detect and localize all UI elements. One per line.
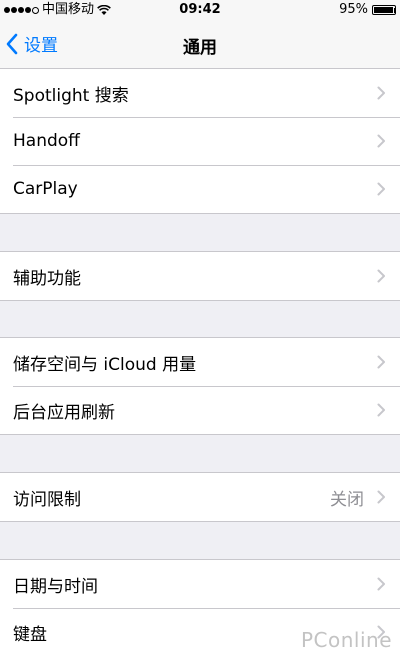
chevron-right-icon xyxy=(377,577,385,591)
row-date-time[interactable]: 日期与时间 xyxy=(0,560,400,608)
chevron-right-icon xyxy=(377,134,385,148)
row-accessibility[interactable]: 辅助功能 xyxy=(0,252,400,300)
settings-group-2: 辅助功能 xyxy=(0,251,400,301)
chevron-right-icon xyxy=(377,86,385,100)
row-background-refresh[interactable]: 后台应用刷新 xyxy=(0,386,400,434)
row-spotlight-search[interactable]: Spotlight 搜索 xyxy=(0,69,400,117)
page-title: 通用 xyxy=(183,38,217,58)
chevron-right-icon xyxy=(377,182,385,196)
row-label: 储存空间与 iCloud 用量 xyxy=(13,354,197,375)
settings-group-3: 储存空间与 iCloud 用量 后台应用刷新 xyxy=(0,337,400,435)
chevron-right-icon xyxy=(377,269,385,283)
status-bar: 中国移动 09:42 95% xyxy=(0,0,400,20)
watermark: PConline xyxy=(300,628,392,652)
row-restrictions[interactable]: 访问限制 关闭 xyxy=(0,473,400,521)
row-storage-icloud[interactable]: 储存空间与 iCloud 用量 xyxy=(0,338,400,386)
chevron-right-icon xyxy=(377,490,385,504)
row-label: 访问限制 xyxy=(13,489,81,510)
row-label: CarPlay xyxy=(13,179,78,199)
navigation-bar: 设置 通用 xyxy=(0,20,400,69)
status-right: 95% xyxy=(339,0,396,20)
battery-icon xyxy=(372,5,396,15)
row-label: Handoff xyxy=(13,131,80,151)
chevron-right-icon xyxy=(377,355,385,369)
settings-group-1: Spotlight 搜索 Handoff CarPlay xyxy=(0,68,400,214)
row-label: 后台应用刷新 xyxy=(13,402,115,423)
row-value: 关闭 xyxy=(330,489,364,510)
row-carplay[interactable]: CarPlay xyxy=(0,165,400,213)
row-handoff[interactable]: Handoff xyxy=(0,117,400,165)
settings-group-4: 访问限制 关闭 xyxy=(0,472,400,522)
row-label: 键盘 xyxy=(13,624,47,645)
row-label: 辅助功能 xyxy=(13,268,81,289)
row-label: Spotlight 搜索 xyxy=(13,85,129,106)
chevron-right-icon xyxy=(377,403,385,417)
battery-percent: 95% xyxy=(339,2,368,17)
row-label: 日期与时间 xyxy=(13,576,98,597)
